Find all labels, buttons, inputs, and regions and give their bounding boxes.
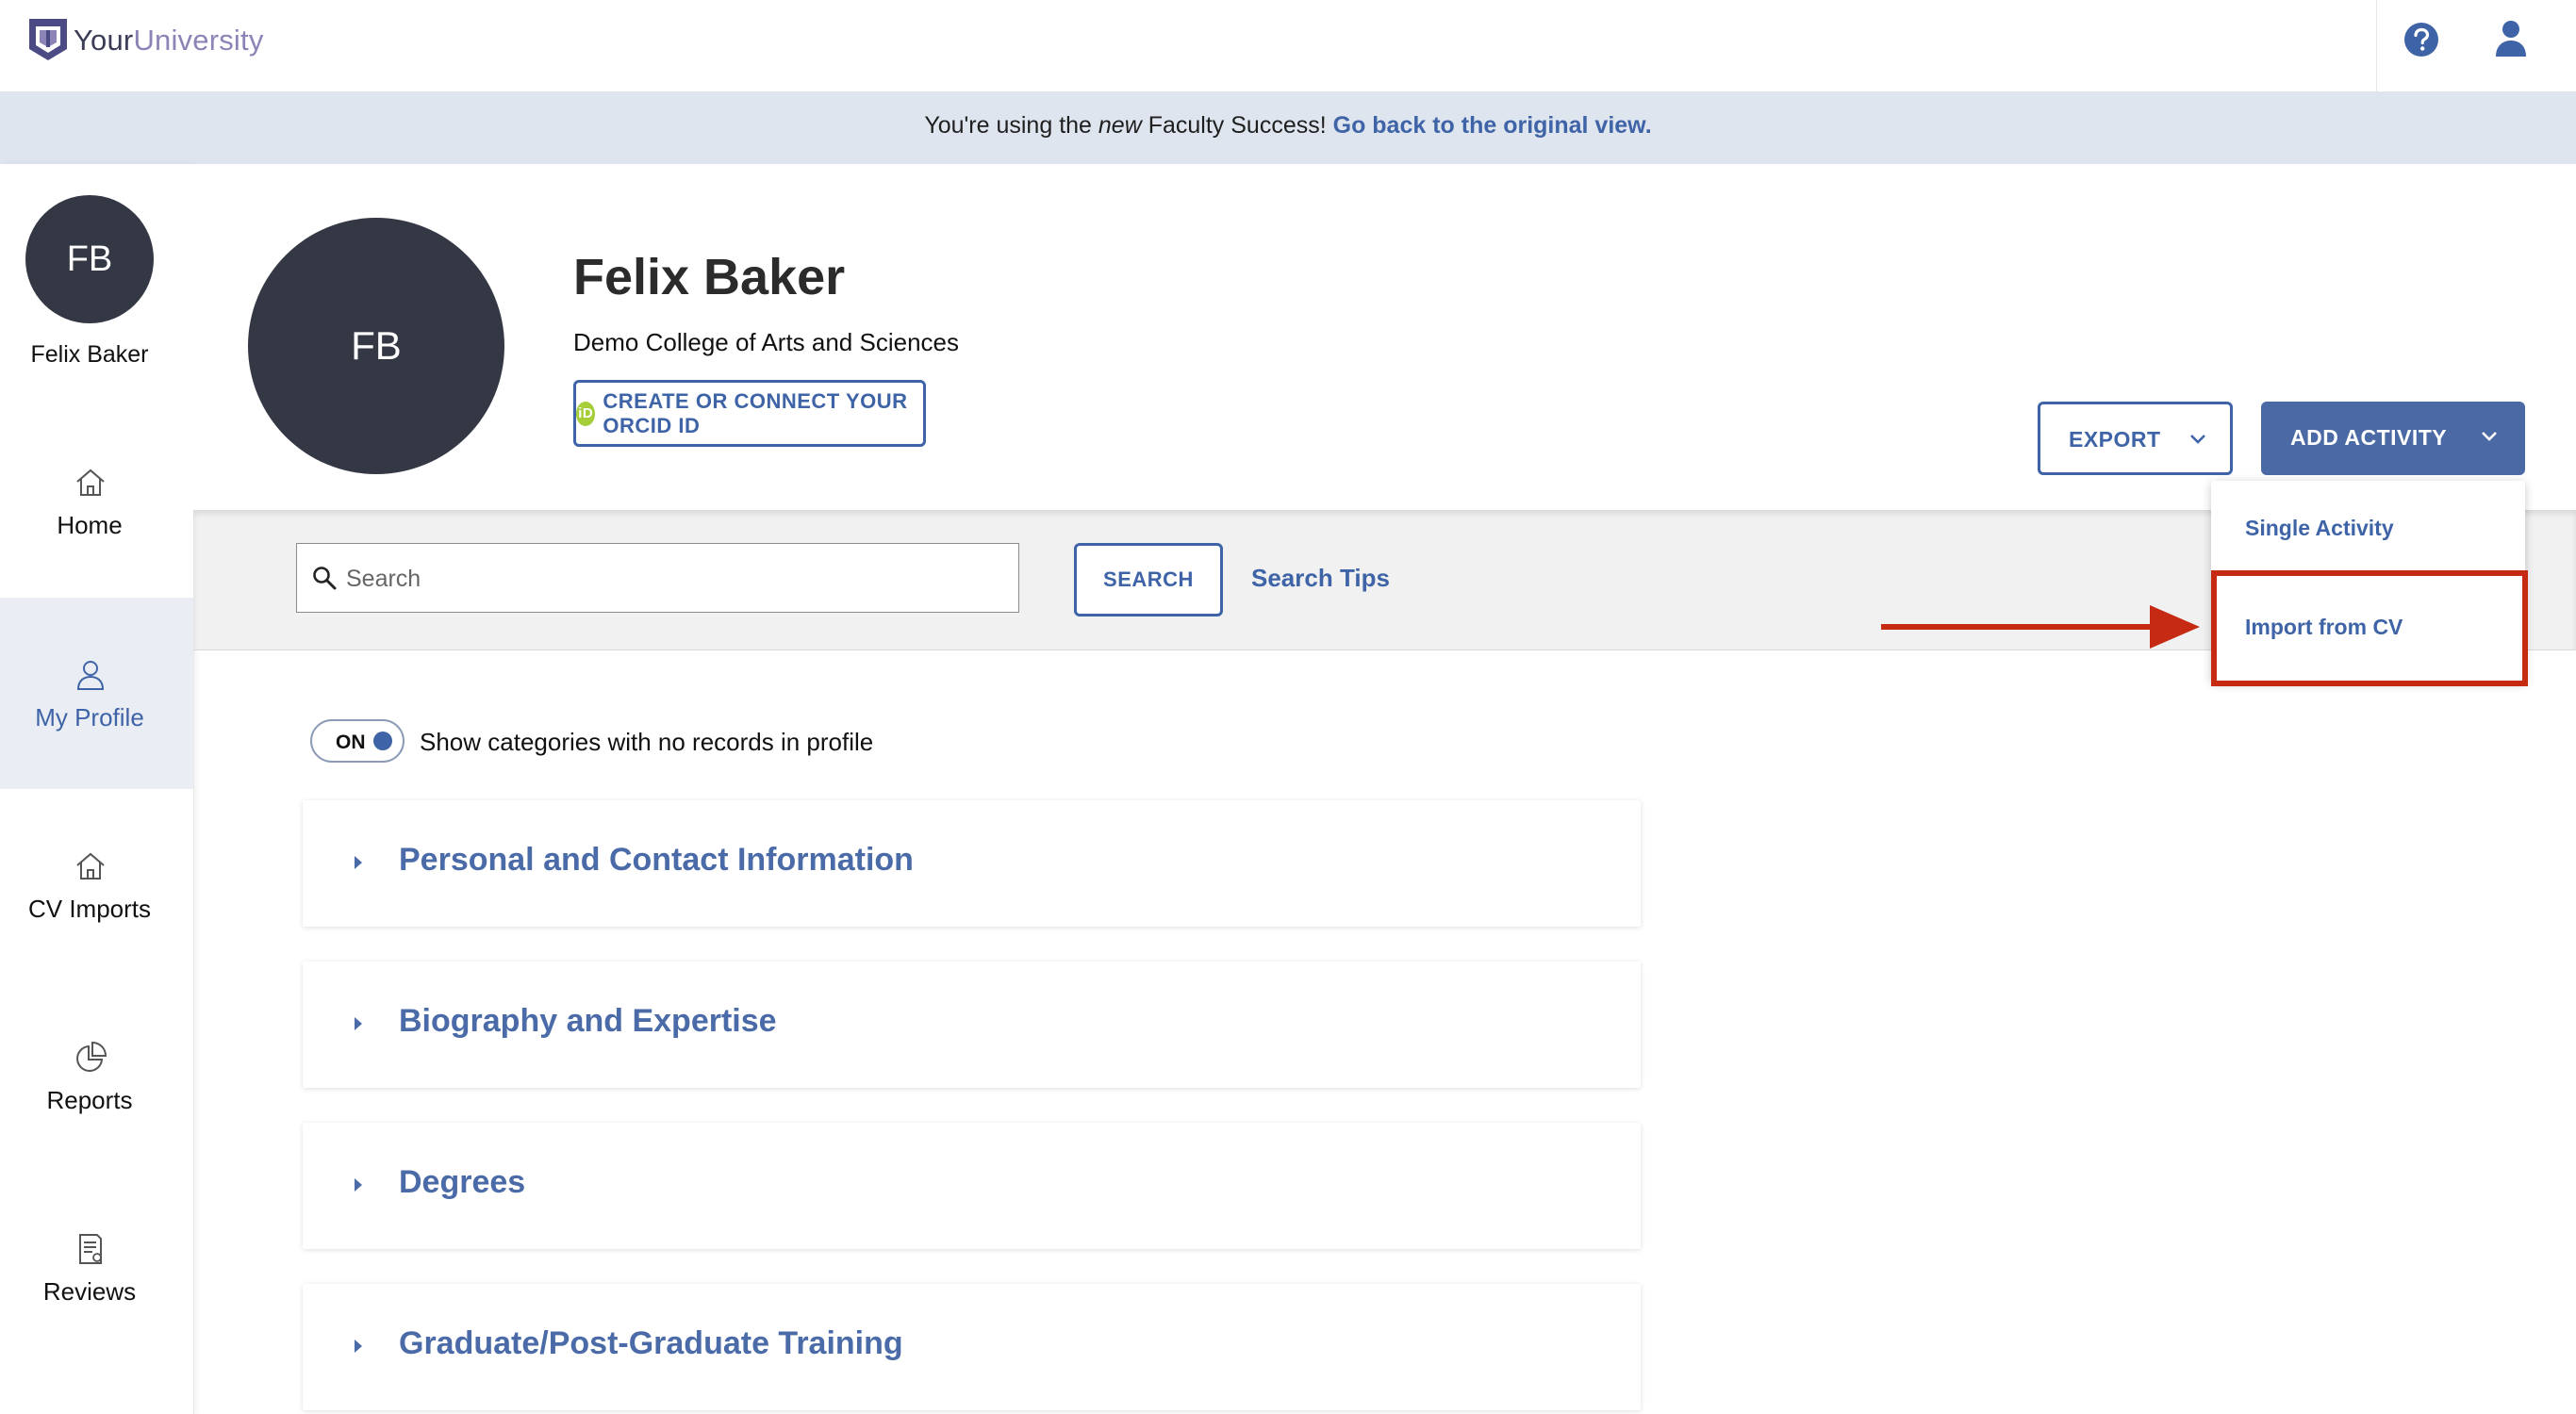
sidebar-item-cv-imports[interactable]: CV Imports [0, 789, 193, 980]
add-activity-button[interactable]: ADD ACTIVITY [2261, 402, 2525, 475]
help-icon[interactable] [2403, 22, 2439, 58]
category-personal-contact[interactable]: Personal and Contact Information [303, 800, 1641, 927]
caret-right-icon [355, 1017, 362, 1030]
annotation-arrow-icon [1881, 605, 2200, 649]
original-view-link[interactable]: Go back to the original view. [1333, 112, 1652, 139]
home-icon [76, 469, 105, 496]
single-activity-option[interactable]: Single Activity [2245, 516, 2394, 541]
category-title: Graduate/Post-Graduate Training [399, 1325, 903, 1361]
orcid-connect-button[interactable]: iD CREATE OR CONNECT YOUR ORCID ID [573, 380, 926, 447]
logo-university: University [133, 24, 264, 57]
show-empty-categories-toggle[interactable]: ON [310, 719, 405, 763]
banner-text-prefix: You're using the [924, 112, 1098, 139]
sidebar-item-home[interactable]: Home [0, 405, 193, 597]
orcid-icon: iD [576, 401, 596, 426]
profile-avatar: FB [248, 218, 504, 474]
sidebar-item-reports[interactable]: Reports [0, 980, 193, 1172]
document-icon [79, 1234, 102, 1264]
search-input[interactable] [344, 553, 1008, 604]
export-button[interactable]: EXPORT [2038, 402, 2233, 475]
sidebar: FB Felix Baker Home My Profile CV Import… [0, 164, 194, 1414]
sidebar-item-label: My Profile [35, 703, 144, 732]
category-title: Personal and Contact Information [399, 842, 914, 878]
new-view-banner: You're using the new Faculty Success! Go… [0, 91, 2576, 164]
search-tips-link[interactable]: Search Tips [1251, 564, 1390, 593]
chevron-down-icon [2482, 432, 2497, 441]
category-biography-expertise[interactable]: Biography and Expertise [303, 962, 1641, 1088]
category-graduate-training[interactable]: Graduate/Post-Graduate Training [303, 1284, 1641, 1410]
category-degrees[interactable]: Degrees [303, 1123, 1641, 1249]
sidebar-item-label: Home [57, 511, 123, 539]
sidebar-item-reviews[interactable]: Reviews [0, 1172, 193, 1363]
banner-text-emphasis: new [1098, 112, 1142, 139]
category-title: Biography and Expertise [399, 1003, 777, 1039]
pie-chart-icon [76, 1041, 107, 1072]
user-account-icon[interactable] [2494, 19, 2528, 58]
sidebar-user-name: Felix Baker [30, 341, 149, 368]
search-icon [313, 567, 337, 590]
highlight-annotation-box [2211, 570, 2528, 686]
profile-college: Demo College of Arts and Sciences [573, 328, 959, 356]
caret-right-icon [355, 1340, 362, 1353]
orcid-button-label: CREATE OR CONNECT YOUR ORCID ID [603, 388, 908, 437]
university-logo[interactable]: YourUniversity [26, 17, 264, 64]
logo-text: YourUniversity [74, 24, 264, 58]
add-activity-button-label: ADD ACTIVITY [2290, 425, 2448, 450]
toggle-label: Show categories with no records in profi… [420, 728, 874, 756]
top-bar: YourUniversity [0, 0, 2576, 92]
sidebar-item-my-profile[interactable]: My Profile [0, 598, 193, 789]
caret-right-icon [355, 856, 362, 869]
sidebar-avatar[interactable]: FB [25, 195, 154, 323]
banner-text-middle: Faculty Success! [1141, 112, 1333, 139]
search-field[interactable] [296, 543, 1019, 613]
person-icon [76, 661, 105, 690]
sidebar-item-label: Reviews [42, 1277, 137, 1306]
profile-name: Felix Baker [573, 249, 846, 305]
university-shield-icon [29, 19, 67, 60]
export-button-label: EXPORT [2069, 427, 2161, 452]
sidebar-item-label: Reports [46, 1086, 133, 1114]
home-icon [76, 852, 105, 880]
search-button[interactable]: SEARCH [1074, 543, 1223, 617]
sidebar-item-label: CV Imports [27, 895, 152, 923]
header-divider [2376, 0, 2377, 91]
logo-your: Your [74, 24, 134, 57]
caret-right-icon [355, 1178, 362, 1192]
chevron-down-icon [2190, 435, 2205, 444]
toggle-knob [373, 732, 392, 750]
toggle-state: ON [336, 732, 366, 753]
category-title: Degrees [399, 1164, 526, 1200]
